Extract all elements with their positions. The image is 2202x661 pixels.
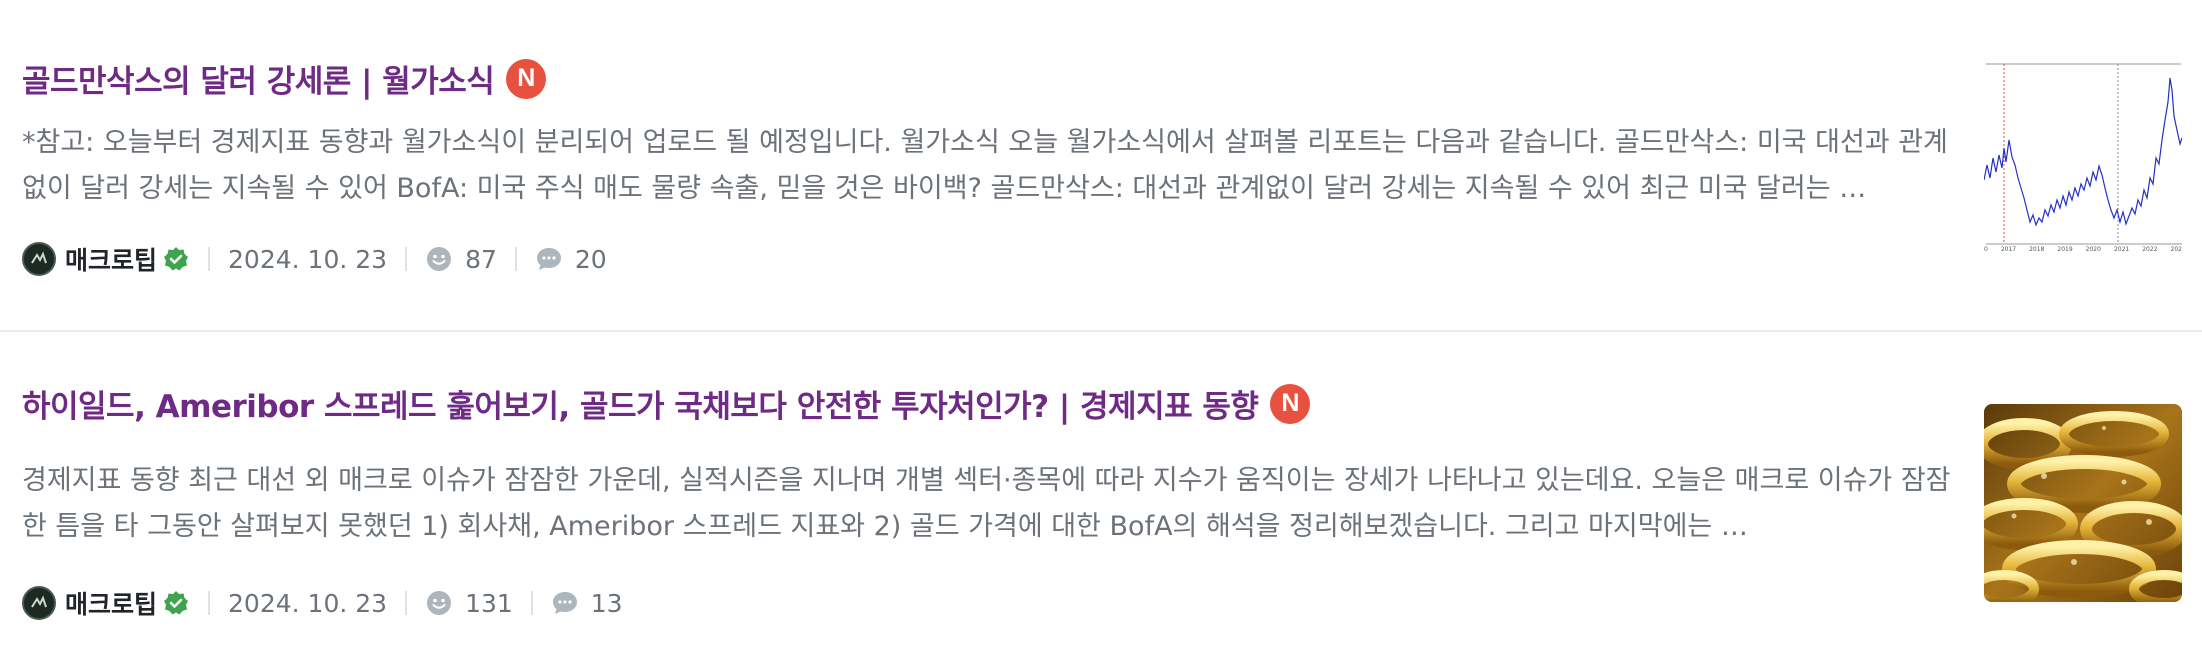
gold-bangles-image xyxy=(1984,404,2182,602)
author-name[interactable]: 매크로팁 xyxy=(65,585,157,621)
article-thumbnail-chart[interactable]: 0 2017 2018 2019 2020 2021 2022 202 xyxy=(1984,60,2182,258)
thumbnail-axis-label: 2017 xyxy=(2000,246,2017,253)
article-excerpt[interactable]: *참고: 오늘부터 경제지표 동향과 월가소식이 분리되어 업로드 될 예정입니… xyxy=(22,120,1957,212)
article-meta: 매크로팁 2024. 10. 23 87 20 xyxy=(22,238,607,280)
thumbnail-axis-label: 2021 xyxy=(2113,246,2130,253)
meta-separator xyxy=(405,247,408,271)
thumbnail-axis-label: 2018 xyxy=(2029,246,2045,253)
article-card[interactable]: 골드만삭스의 달러 강세론 | 월가소식 N *참고: 오늘부터 경제지표 동향… xyxy=(0,0,2202,330)
thumbnail-axis-label: 202 xyxy=(2170,246,2182,253)
meta-separator xyxy=(208,591,211,615)
like-count: 87 xyxy=(465,244,497,274)
verified-check-icon xyxy=(162,245,190,273)
thumbnail-line-chart xyxy=(1984,60,2182,258)
smiley-icon xyxy=(425,589,453,617)
new-badge: N xyxy=(506,58,547,99)
meta-separator xyxy=(514,247,517,271)
comment-count: 20 xyxy=(574,244,607,274)
comment-bubble-icon xyxy=(551,589,579,617)
article-meta: 매크로팁 2024. 10. 23 131 13 xyxy=(22,582,623,624)
thumbnail-axis-label: 2019 xyxy=(2057,246,2073,253)
article-thumbnail-gold[interactable] xyxy=(1984,404,2182,602)
meta-separator xyxy=(530,591,533,615)
avatar-logo-icon xyxy=(31,251,47,264)
new-badge: N xyxy=(1270,383,1311,424)
post-date: 2024. 10. 23 xyxy=(228,588,388,618)
avatar-logo-icon xyxy=(31,595,47,608)
meta-separator xyxy=(208,247,211,271)
thumbnail-axis-label: 2022 xyxy=(2142,246,2158,253)
smiley-icon xyxy=(425,245,453,273)
article-title-row: 하이일드, Ameribor 스프레드 훑어보기, 골드가 국채보다 안전한 투… xyxy=(22,381,1311,426)
article-card[interactable]: 하이일드, Ameribor 스프레드 훑어보기, 골드가 국채보다 안전한 투… xyxy=(0,331,2202,661)
article-feed: 골드만삭스의 달러 강세론 | 월가소식 N *참고: 오늘부터 경제지표 동향… xyxy=(0,0,2202,640)
thumbnail-axis-labels: 0 2017 2018 2019 2020 2021 2022 202 xyxy=(1984,246,2182,253)
comment-count: 13 xyxy=(590,588,623,618)
article-title[interactable]: 하이일드, Ameribor 스프레드 훑어보기, 골드가 국채보다 안전한 투… xyxy=(22,381,1259,426)
comment-bubble-icon xyxy=(535,245,563,273)
like-count: 131 xyxy=(465,588,513,618)
avatar[interactable] xyxy=(22,242,56,276)
avatar[interactable] xyxy=(22,586,56,620)
post-date: 2024. 10. 23 xyxy=(228,244,388,274)
meta-separator xyxy=(405,591,408,615)
thumbnail-axis-label: 2020 xyxy=(2085,246,2101,253)
author-name[interactable]: 매크로팁 xyxy=(65,241,157,277)
article-title-row: 골드만삭스의 달러 강세론 | 월가소식 N xyxy=(22,56,547,101)
article-title[interactable]: 골드만삭스의 달러 강세론 | 월가소식 xyxy=(22,56,495,101)
verified-check-icon xyxy=(162,589,190,617)
thumbnail-axis-label: 0 xyxy=(1984,246,1988,253)
article-excerpt[interactable]: 경제지표 동향 최근 대선 외 매크로 이슈가 잠잠한 가운데, 실적시즌을 지… xyxy=(22,458,1957,550)
